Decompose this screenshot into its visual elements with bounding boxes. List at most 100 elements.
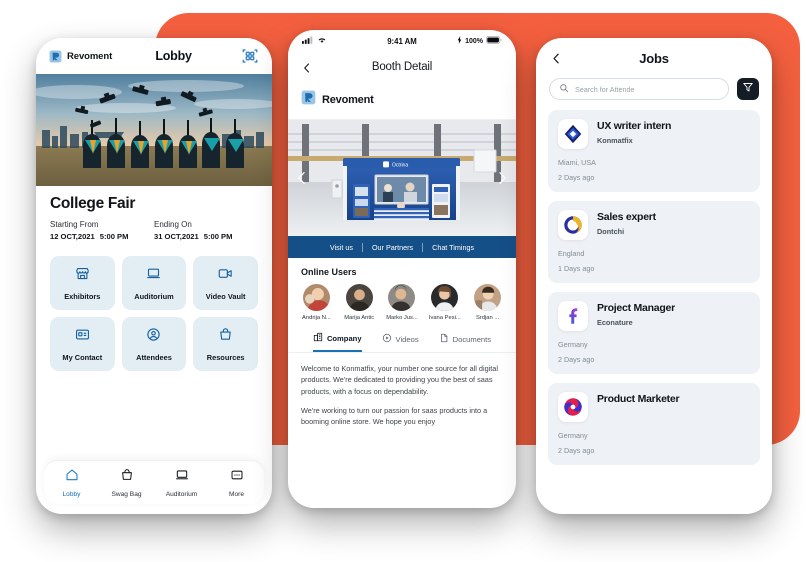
booth-brand-name: Revoment — [322, 94, 374, 106]
start-time: 5:00 PM — [99, 232, 129, 241]
tab-auditorium[interactable]: Auditorium — [154, 468, 209, 498]
tab-lobby[interactable]: Lobby — [44, 468, 99, 498]
job-meta: UX writer intern Konmatfix — [597, 119, 671, 145]
tab-label: More — [228, 490, 245, 498]
event-title: College Fair — [50, 195, 136, 212]
job-age: 1 Days ago — [558, 264, 595, 273]
cellular-signal-icon — [302, 36, 314, 46]
list-item[interactable]: Marija Antic — [340, 284, 379, 321]
tile-label: Attendees — [136, 352, 172, 362]
list-item[interactable]: Srdjan ... — [468, 284, 507, 321]
brand-name: Revoment — [67, 50, 113, 62]
tile-label: Resources — [206, 352, 245, 362]
job-meta: Sales expert Dontchi — [597, 210, 656, 236]
play-icon — [382, 333, 392, 345]
job-meta: Product Marketer — [597, 392, 680, 409]
tile-resources[interactable]: Resources — [193, 317, 258, 371]
job-title: UX writer intern — [597, 120, 672, 132]
tab-label: Company — [326, 333, 362, 343]
tile-label: Auditorium — [134, 291, 174, 301]
tile-label: My Contact — [62, 352, 103, 362]
job-company: Konmatfix — [597, 136, 633, 145]
store-icon — [75, 266, 90, 286]
page-title: Lobby — [155, 49, 192, 63]
tab-documents[interactable]: Documents — [439, 333, 491, 351]
booth-tab-visit-us[interactable]: Visit us — [321, 243, 362, 252]
tab-videos[interactable]: Videos — [382, 333, 419, 351]
job-header: Sales expert Dontchi — [558, 210, 750, 240]
end-value: 31 OCT,2021 5:00 PM — [154, 232, 258, 241]
start-label: Starting From — [50, 220, 99, 229]
list-item[interactable]: Ivana Pesi... — [425, 284, 464, 321]
wifi-icon — [317, 36, 327, 46]
user-name: Marko Jus... — [386, 315, 418, 321]
tab-more[interactable]: More — [209, 468, 264, 498]
job-location: Miami, USA — [558, 158, 596, 167]
status-left — [302, 36, 370, 46]
user-circle-icon — [146, 327, 161, 347]
avatar — [345, 284, 373, 311]
carousel-next-icon[interactable] — [494, 170, 510, 186]
contact-card-icon — [75, 327, 90, 347]
list-item[interactable]: Andrija N... — [297, 284, 336, 321]
phone-booth-detail: 9:41 AM 100% Booth Detail Revoment Octri… — [288, 30, 516, 508]
tab-swag-bag[interactable]: Swag Bag — [99, 468, 154, 498]
search-input[interactable]: Search for Attende — [549, 78, 729, 100]
qr-code-icon[interactable] — [241, 47, 259, 65]
job-title: Product Marketer — [597, 393, 680, 405]
tile-exhibitors[interactable]: Exhibitors — [50, 256, 115, 310]
job-card[interactable]: Product Marketer Germany 2 Days ago — [548, 383, 760, 465]
tile-label: Video Vault — [205, 291, 246, 301]
home-icon — [65, 468, 79, 487]
avatar — [302, 284, 330, 311]
search-row: Search for Attende — [536, 78, 772, 110]
tab-label: Auditorium — [165, 490, 198, 498]
search-icon — [559, 80, 569, 98]
job-location: Germany — [558, 431, 588, 440]
job-meta: Project Manager Econature — [597, 301, 675, 327]
booth-brandbar: Revoment — [288, 82, 516, 120]
lightning-bolt-icon — [457, 36, 462, 46]
screenshot-root: Revoment Lobby College Fair Starting Fro… — [0, 0, 806, 562]
jobs-list: UX writer intern Konmatfix Miami, USA 2 … — [536, 110, 772, 465]
job-card[interactable]: UX writer intern Konmatfix Miami, USA 2 … — [548, 110, 760, 192]
job-title: Project Manager — [597, 302, 675, 314]
event-info: College Fair Starting From 12 OCT,2021 5:… — [36, 186, 272, 250]
user-name: Marija Antic — [344, 315, 375, 321]
job-card[interactable]: Project Manager Econature Germany 2 Days… — [548, 292, 760, 374]
job-age: 2 Days ago — [558, 446, 595, 455]
tile-video-vault[interactable]: Video Vault — [193, 256, 258, 310]
booth-tab-our-partners[interactable]: Our Partners — [363, 243, 422, 252]
laptop-icon — [146, 266, 161, 286]
job-card[interactable]: Sales expert Dontchi England 1 Days ago — [548, 201, 760, 283]
company-icon — [313, 332, 323, 344]
booth-tab-chat-timings[interactable]: Chat Timings — [423, 243, 483, 252]
job-header: Product Marketer — [558, 392, 750, 422]
carousel-prev-icon[interactable] — [294, 170, 310, 186]
job-title: Sales expert — [597, 211, 656, 223]
tile-label: Exhibitors — [64, 291, 101, 301]
job-company: Dontchi — [597, 227, 625, 236]
start-date: 12 OCT,2021 — [50, 232, 95, 241]
job-header: UX writer intern Konmatfix — [558, 119, 750, 149]
end-date: 31 OCT,2021 — [154, 232, 199, 241]
job-age: 2 Days ago — [558, 173, 595, 182]
list-item[interactable]: Marko Jus... — [383, 284, 422, 321]
tile-attendees[interactable]: Attendees — [121, 317, 187, 371]
event-dates: Starting From 12 OCT,2021 5:00 PM Ending … — [50, 220, 258, 241]
revoment-logo-icon — [49, 50, 62, 63]
tab-company[interactable]: Company — [312, 332, 362, 352]
job-company: Econature — [597, 318, 633, 327]
tile-auditorium[interactable]: Auditorium — [121, 256, 187, 310]
status-right: 100% — [434, 36, 502, 46]
job-header: Project Manager Econature — [558, 301, 750, 331]
end-date-group: Ending On 31 OCT,2021 5:00 PM — [154, 220, 258, 241]
user-name: Srdjan ... — [475, 315, 500, 321]
paragraph: Welcome to Konmatfix, your number one so… — [301, 364, 498, 396]
status-time: 9:41 AM — [387, 36, 417, 46]
job-age: 2 Days ago — [558, 355, 595, 364]
filter-button[interactable] — [737, 78, 759, 100]
end-label: Ending On — [154, 220, 192, 229]
content-tabs: Company Videos Documents — [288, 321, 516, 353]
tile-my-contact[interactable]: My Contact — [50, 317, 115, 371]
